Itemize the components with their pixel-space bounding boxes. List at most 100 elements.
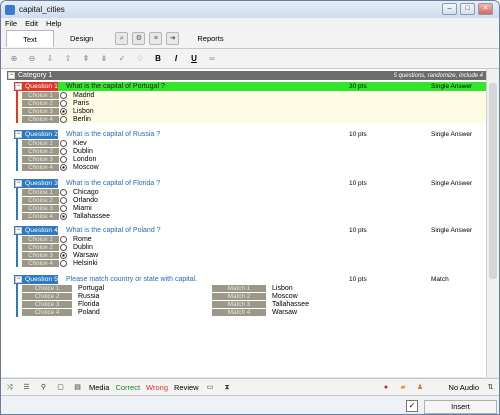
forward-icon[interactable]: ➜ xyxy=(166,32,180,45)
question-block[interactable]: − Question 5 Please match country or stat… xyxy=(14,275,486,317)
match-text[interactable]: Lisbon xyxy=(272,285,293,292)
choice-text[interactable]: Moscow xyxy=(73,164,99,171)
question-block[interactable]: − Question 1 What is the capital of Portu… xyxy=(14,82,486,123)
match-row[interactable]: Match 4 Warsaw xyxy=(212,308,358,316)
collapse-icon[interactable]: − xyxy=(15,276,22,283)
choice-row[interactable]: Choice 1 Kiev xyxy=(22,139,486,147)
question-text[interactable]: Please match country or state with capit… xyxy=(66,276,197,283)
question-block[interactable]: − Question 2 What is the capital of Russi… xyxy=(14,130,486,171)
vertical-scrollbar[interactable] xyxy=(486,69,499,377)
choice-row[interactable]: Choice 1 Chicago xyxy=(22,188,486,196)
collapse-icon[interactable]: − xyxy=(15,180,22,187)
question-text[interactable]: What is the capital of Russia ? xyxy=(66,131,160,138)
collapse-icon[interactable]: − xyxy=(15,227,22,234)
document-icon[interactable]: ▤ xyxy=(72,382,83,393)
collapse-icon[interactable]: − xyxy=(8,72,15,79)
menu-edit[interactable]: Edit xyxy=(21,19,42,28)
question-text[interactable]: What is the capital of Portugal ? xyxy=(66,83,165,90)
radio-button[interactable] xyxy=(60,204,67,212)
match-text[interactable]: Warsaw xyxy=(272,309,297,316)
collapse-icon[interactable]: − xyxy=(15,131,22,138)
choice-text[interactable]: Orlando xyxy=(73,197,98,204)
choice-text[interactable]: Russia xyxy=(78,293,99,300)
link-icon[interactable]: ∞ xyxy=(206,53,218,65)
zoom-icon[interactable]: ⌕ xyxy=(115,32,129,45)
folder-icon[interactable]: ▰ xyxy=(398,382,409,393)
question-block[interactable]: − Question 4 What is the capital of Polan… xyxy=(14,226,486,267)
menu-file[interactable]: File xyxy=(1,19,21,28)
menu-help[interactable]: Help xyxy=(42,19,65,28)
question-header[interactable]: − Question 5 Please match country or stat… xyxy=(14,275,486,284)
choice-text[interactable]: Lisbon xyxy=(73,108,94,115)
question-header[interactable]: − Question 1 What is the capital of Portu… xyxy=(14,82,486,91)
display-icon[interactable]: ▭ xyxy=(205,382,216,393)
radio-button[interactable] xyxy=(60,243,67,251)
choice-text[interactable]: Dublin xyxy=(73,148,93,155)
question-label[interactable]: − Question 1 xyxy=(14,82,58,91)
pin-icon[interactable]: ⚲ xyxy=(38,382,49,393)
minimize-button[interactable]: – xyxy=(442,3,457,15)
radio-button-selected[interactable] xyxy=(60,212,67,220)
question-text[interactable]: What is the capital of Poland ? xyxy=(66,227,161,234)
question-block[interactable]: − Question 3 What is the capital of Flori… xyxy=(14,179,486,220)
choice-row[interactable]: Choice 2 Paris xyxy=(22,99,486,107)
confirm-checkbox[interactable]: ✓ xyxy=(406,400,418,412)
choice-text[interactable]: Miami xyxy=(73,205,92,212)
radio-button[interactable] xyxy=(60,196,67,204)
radio-button[interactable] xyxy=(60,99,67,107)
collapse-icon[interactable]: − xyxy=(15,83,22,90)
choice-text[interactable]: Madrid xyxy=(73,92,94,99)
match-text[interactable]: Moscow xyxy=(272,293,298,300)
choice-text[interactable]: Portugal xyxy=(78,285,104,292)
match-row[interactable]: Match 1 Lisbon xyxy=(212,284,358,292)
scrollbar-thumb[interactable] xyxy=(489,83,497,279)
choice-text[interactable]: Warsaw xyxy=(73,252,98,259)
choice-text[interactable]: Chicago xyxy=(73,189,99,196)
correct-button[interactable]: Correct xyxy=(115,383,140,392)
choice-text[interactable]: Paris xyxy=(73,100,89,107)
match-text[interactable]: Tallahassee xyxy=(272,301,309,308)
tab-design[interactable]: Design xyxy=(64,30,99,47)
choice-text[interactable]: Rome xyxy=(73,236,92,243)
person-icon[interactable]: ♟ xyxy=(415,382,426,393)
question-header[interactable]: − Question 4 What is the capital of Polan… xyxy=(14,226,486,235)
maximize-button[interactable]: □ xyxy=(460,3,475,15)
choice-row[interactable]: Choice 1 Madrid xyxy=(22,91,486,99)
choice-row[interactable]: Choice 2 Dublin xyxy=(22,243,486,251)
choice-row[interactable]: Choice 4 Poland xyxy=(22,308,208,316)
choice-text[interactable]: Kiev xyxy=(73,140,87,147)
move-up-icon[interactable]: ⇧ xyxy=(62,53,74,65)
choice-text[interactable]: Tallahassee xyxy=(73,213,110,220)
question-label[interactable]: − Question 3 xyxy=(14,179,58,188)
radio-button[interactable] xyxy=(60,139,67,147)
add-icon[interactable]: ⊕ xyxy=(8,53,20,65)
choice-row[interactable]: Choice 1 Rome xyxy=(22,235,486,243)
choice-row[interactable]: Choice 3 Lisbon xyxy=(22,107,486,115)
question-header[interactable]: − Question 3 What is the capital of Flori… xyxy=(14,179,486,188)
choice-row[interactable]: Choice 4 Helsinki xyxy=(22,259,486,267)
radio-button[interactable] xyxy=(60,155,67,163)
radio-button[interactable] xyxy=(60,147,67,155)
category-header[interactable]: − Category 1 5 questions, randomize, inc… xyxy=(7,71,486,80)
choice-text[interactable]: Berlin xyxy=(73,116,91,123)
choice-text[interactable]: Dublin xyxy=(73,244,93,251)
insert-below-icon[interactable]: ⇟ xyxy=(98,53,110,65)
review-button[interactable]: Review xyxy=(174,383,199,392)
radio-button-selected[interactable] xyxy=(60,251,67,259)
radio-button[interactable] xyxy=(60,235,67,243)
choice-row[interactable]: Choice 3 London xyxy=(22,155,486,163)
match-row[interactable]: Match 2 Moscow xyxy=(212,292,358,300)
list-icon[interactable]: ☰ xyxy=(21,382,32,393)
match-row[interactable]: Match 3 Tallahassee xyxy=(212,300,358,308)
choice-row[interactable]: Choice 2 Orlando xyxy=(22,196,486,204)
choice-text[interactable]: Helsinki xyxy=(73,260,98,267)
remove-icon[interactable]: ⊖ xyxy=(26,53,38,65)
choice-text[interactable]: Poland xyxy=(78,309,100,316)
choice-row[interactable]: Choice 4 Berlin xyxy=(22,115,486,123)
timer-icon[interactable]: ⧗ xyxy=(222,382,233,393)
choice-row[interactable]: Choice 3 Florida xyxy=(22,300,208,308)
choice-row[interactable]: Choice 3 Warsaw xyxy=(22,251,486,259)
check-icon[interactable]: ✓ xyxy=(116,53,128,65)
choice-row[interactable]: Choice 3 Miami xyxy=(22,204,486,212)
radio-button-selected[interactable] xyxy=(60,163,67,171)
